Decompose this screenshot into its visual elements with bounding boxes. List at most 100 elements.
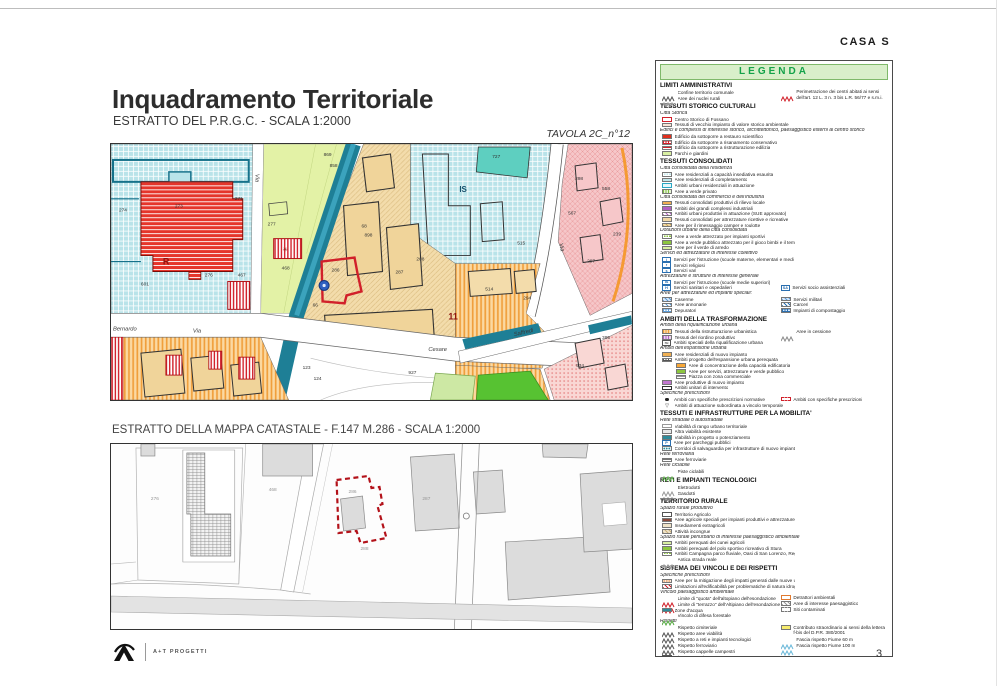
legend-swatch [662,546,672,551]
legend-swatch [662,123,672,128]
legend-item: Aree a verde privato [660,188,888,194]
legend-item-label: Gasdotti [678,491,695,496]
legend-swatch [662,183,672,188]
legend-swatch [665,398,669,402]
legend-item-right: Servizi militari [781,297,886,302]
legend-swatch: H [662,285,671,290]
legend-section-heading: LIMITI AMMINISTRATIVI [660,82,888,89]
map-label: 123 [303,365,311,371]
legend-item-label: Limite di "quota" dell'altopiano dell'es… [678,596,776,601]
legend-swatch [662,329,672,334]
legend-item-label: Aree dei nuclei rurali [678,96,721,101]
legend-swatch [662,435,672,440]
legend-item: Corridoi di salvaguardia per infrastrutt… [660,446,888,452]
studio-logo-icon [112,641,138,663]
legend-item-label: Limitazioni all'edificabilità per proble… [675,584,795,589]
map-label: 567 [568,211,576,217]
map-label: 869 [324,152,332,158]
legend-item: ruAmbiti speciali della riqualificazione… [660,340,888,346]
legend-section-heading: TESSUTI STORICO CULTURALI [660,103,888,110]
legend-swatch [662,117,672,122]
map-label: 297 [587,259,595,265]
legend-item: Aree dei nuclei rurali [660,95,888,101]
legend-item-label: Aree per il rimessaggio camper e roulott… [675,223,761,228]
legend-item: sServizi vari [660,268,888,274]
page-number: 3 [876,648,882,660]
map-label: 898 [365,233,373,239]
legend-item: Tessuti di vecchio impianto di valore st… [660,122,888,128]
prgc-map: 274273271R601276467Via869858277468✳68898… [110,143,633,401]
map-label: 601 [141,281,149,287]
map-label: 468 [282,266,290,272]
legend-item-label: Limite di "terrazzo" dell'Altipiano dell… [678,602,781,607]
legend-item-label: Rispetto cimiteriale [678,625,718,630]
map-label: ✳ [283,247,288,254]
catastale-map: 276468286287288 [110,443,633,630]
map-label: 286 [332,268,340,274]
legend-item-label: Servizi sanitari e ospedalieri [674,285,732,290]
legend-item-label: Ambiti speciali della riqualificazione u… [674,340,763,345]
legend-swatch [662,95,675,101]
legend-section-heading: AMBITI DELLA TRASFORMAZIONE [660,316,888,323]
prgc-map-canvas: 274273271R601276467Via869858277468✳68898… [111,144,632,400]
legend-item-label: Impianti di compostaggio [793,308,845,313]
map-label: 66 [313,302,319,308]
legend-item-label: Servizi vari [674,268,697,273]
legend-swatch [662,146,672,151]
legend-item: Antica strada reale [660,557,888,563]
legend-swatch [662,424,672,429]
legend-item: Attività incongrue [660,528,888,534]
legend-section-heading: TESSUTI CONSOLIDATI [660,158,888,165]
legend-item: Ambiti unitari di intervento [660,385,888,391]
footer-logo: A+T PROGETTI [112,641,208,663]
legend-item-label: Attività incongrue [675,529,711,534]
legend-title: LEGENDA [660,64,888,80]
legend-item: Vincolo di difesa forestale [660,613,888,619]
map-label: 298 [575,176,583,182]
legend-swatch: SA [781,285,790,290]
map-label: 276 [151,496,159,502]
legend-swatch [662,552,672,557]
legend-item-label: Detrattori ambientali [793,595,835,600]
legend-item-label: Rispetto a reti e impianti tecnologici [678,637,752,642]
top-rule [0,8,997,9]
legend-swatch [662,151,672,156]
legend-item-label: Rispetto cappelle campestri [678,649,736,654]
legend-item-label: Ambiti di attuazione subordinata a vinco… [675,403,784,408]
legend-swatch: s [662,268,671,273]
map-label: 208 [416,257,424,263]
legend-swatch [662,523,672,528]
catastale-map-canvas: 276468286287288 [111,444,632,629]
legend-item-label: Elettrodotti [678,485,700,490]
legend-swatch [662,655,672,657]
legend-item-label: Ambiti con specifiche prescrizioni [793,397,862,402]
map-label: IS [459,185,467,194]
legend-swatch [662,352,672,357]
map-label: 68 [362,224,368,230]
legend-item-label: Aree di interesse paesaggistico [793,601,858,606]
legend-item-label: Tessuti di vecchio impianto di valore st… [675,122,789,127]
legend-item-label: Siti contaminati [793,607,825,612]
legend-swatch [662,613,675,619]
location-pin-icon [319,280,329,290]
legend-swatch [662,458,672,463]
map-label: 239 [613,232,621,238]
legend-item: Limitazioni all'edificabilità per proble… [660,584,888,590]
legend-item-label: Aree ferroviarie [675,457,707,462]
logo-divider [145,643,146,661]
map-label: 727 [492,154,500,160]
legend-section-heading: SISTEMA DEI VINCOLI E DEI RISPETTI [660,565,888,572]
legend-swatch [662,469,675,475]
map-label: Via [193,328,202,334]
legend-swatch [662,303,672,308]
map-label: 468 [269,487,277,493]
legend-item-label: Servizi socio assistenziali [792,285,845,290]
legend-swatch [662,584,672,589]
map-label: 294 [523,295,531,301]
map-label: Via [254,174,260,183]
legend-swatch [676,375,686,380]
legend-swatch: ru [662,340,671,345]
legend-section-heading: TERRITORIO RURALE [660,498,888,505]
legend-swatch [781,601,791,606]
map-label: Bernardo [113,326,138,332]
